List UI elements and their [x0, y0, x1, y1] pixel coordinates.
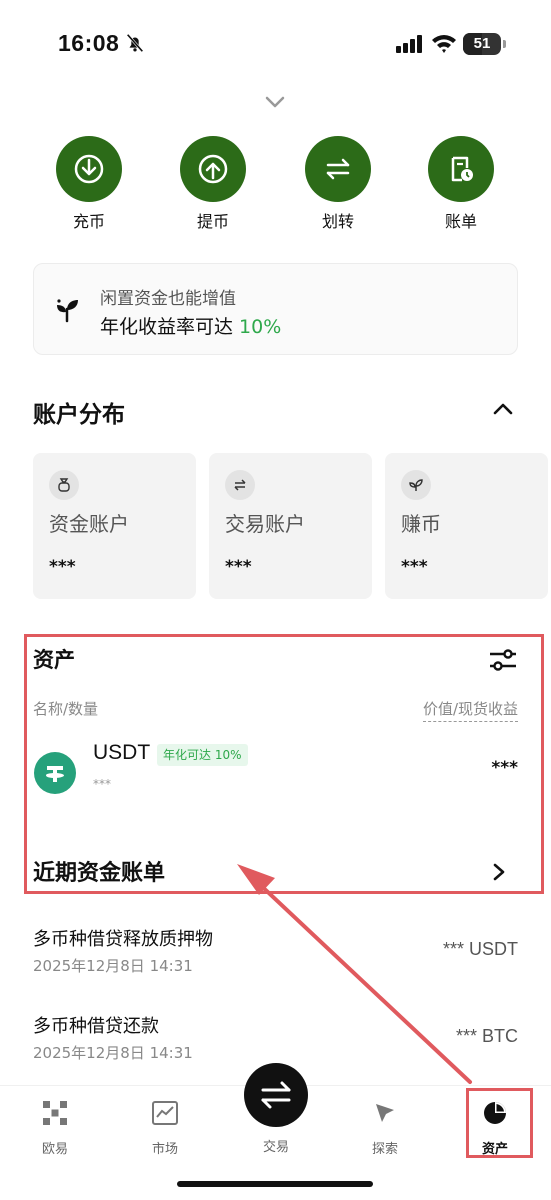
chevron-right-icon [493, 863, 505, 881]
withdraw-icon [180, 136, 246, 202]
assets-title: 资产 [33, 648, 75, 672]
promo-apy: 10% [239, 316, 282, 338]
transfer-label: 划转 [321, 212, 354, 231]
transfer-icon [305, 136, 371, 202]
promo-subtitle: 闲置资金也能增值 [100, 289, 236, 309]
trading-account-card[interactable]: 交易账户 *** [209, 453, 372, 599]
okx-logo-icon [15, 1098, 95, 1128]
bill-row[interactable]: 多币种借贷释放质押物 2025年12月8日 14:31 *** USDT [0, 925, 551, 995]
column-header-value[interactable]: 价值/现货收益 [422, 698, 518, 722]
trade-swap-icon [261, 1081, 291, 1109]
trade-center-button[interactable] [244, 1063, 308, 1127]
transfer-button[interactable]: 划转 [293, 136, 383, 232]
tab-okx-label: 欧易 [41, 1142, 68, 1157]
asset-amount: *** [93, 777, 111, 791]
battery-cap [503, 40, 506, 48]
funding-account-card[interactable]: 资金账户 *** [33, 453, 196, 599]
market-chart-icon [125, 1098, 205, 1128]
tab-explore-label: 探索 [371, 1142, 398, 1157]
asset-value: *** [491, 758, 518, 778]
earn-account-card[interactable]: 赚币 *** [385, 453, 548, 599]
funding-account-name: 资金账户 [49, 512, 129, 536]
bill-row-amount: *** BTC [455, 1026, 518, 1046]
tab-assets[interactable]: 资产 [455, 1098, 535, 1157]
home-indicator [177, 1181, 373, 1187]
tab-explore[interactable]: 探索 [345, 1098, 425, 1157]
bill-row-date: 2025年12月8日 14:31 [33, 957, 193, 975]
tab-assets-label: 资产 [481, 1142, 508, 1157]
earn-account-name: 赚币 [401, 512, 441, 536]
bill-row-title: 多币种借贷释放质押物 [33, 929, 213, 950]
bill-icon [428, 136, 494, 202]
swap-icon [225, 470, 255, 500]
sprout-icon [57, 299, 78, 323]
deposit-label: 充币 [72, 212, 105, 231]
funding-account-value: *** [49, 557, 76, 577]
filter-settings-icon[interactable] [488, 648, 518, 674]
sprout-icon [401, 470, 431, 500]
bill-row-date: 2025年12月8日 14:31 [33, 1044, 193, 1062]
bill-label: 账单 [444, 212, 477, 231]
deposit-icon [56, 136, 122, 202]
tether-icon [34, 752, 76, 794]
signal-icon [396, 35, 422, 53]
quick-actions: 充币 提币 划转 账单 [0, 136, 551, 236]
bell-off-icon [126, 33, 144, 53]
bill-row-amount: *** USDT [442, 939, 518, 959]
apy-badge: 年化可达 10% [157, 744, 248, 766]
earn-promo-card[interactable]: 闲置资金也能增值 年化收益率可达 10% [33, 263, 518, 355]
withdraw-label: 提币 [196, 212, 229, 231]
chevron-down-icon[interactable] [263, 92, 287, 112]
promo-main-prefix: 年化收益率可达 [100, 316, 240, 338]
battery-icon: 51 [463, 33, 501, 55]
asset-symbol: USDT [93, 741, 151, 764]
trading-account-value: *** [225, 557, 252, 577]
wifi-icon [432, 35, 456, 53]
tab-market-label: 市场 [151, 1142, 178, 1157]
status-time: 16:08 [58, 30, 120, 56]
tab-market[interactable]: 市场 [125, 1098, 205, 1157]
tab-trade-label: 交易 [262, 1140, 289, 1155]
column-header-name: 名称/数量 [33, 700, 99, 718]
earn-account-value: *** [401, 557, 428, 577]
tab-okx[interactable]: 欧易 [15, 1098, 95, 1157]
recent-bills-title: 近期资金账单 [33, 861, 166, 886]
chevron-up-icon[interactable] [492, 401, 514, 417]
account-distribution-title: 账户分布 [33, 402, 125, 428]
withdraw-button[interactable]: 提币 [168, 136, 258, 232]
trading-account-name: 交易账户 [225, 512, 305, 536]
compass-icon [345, 1098, 425, 1128]
deposit-button[interactable]: 充币 [44, 136, 134, 232]
money-bag-icon [49, 470, 79, 500]
bill-button[interactable]: 账单 [416, 136, 506, 232]
battery-level: 51 [473, 35, 491, 52]
bill-row-title: 多币种借贷还款 [33, 1016, 159, 1037]
status-bar: 16:08 51 [0, 0, 551, 90]
pie-chart-icon [455, 1098, 535, 1128]
promo-main-text: 年化收益率可达 10% [100, 312, 281, 339]
